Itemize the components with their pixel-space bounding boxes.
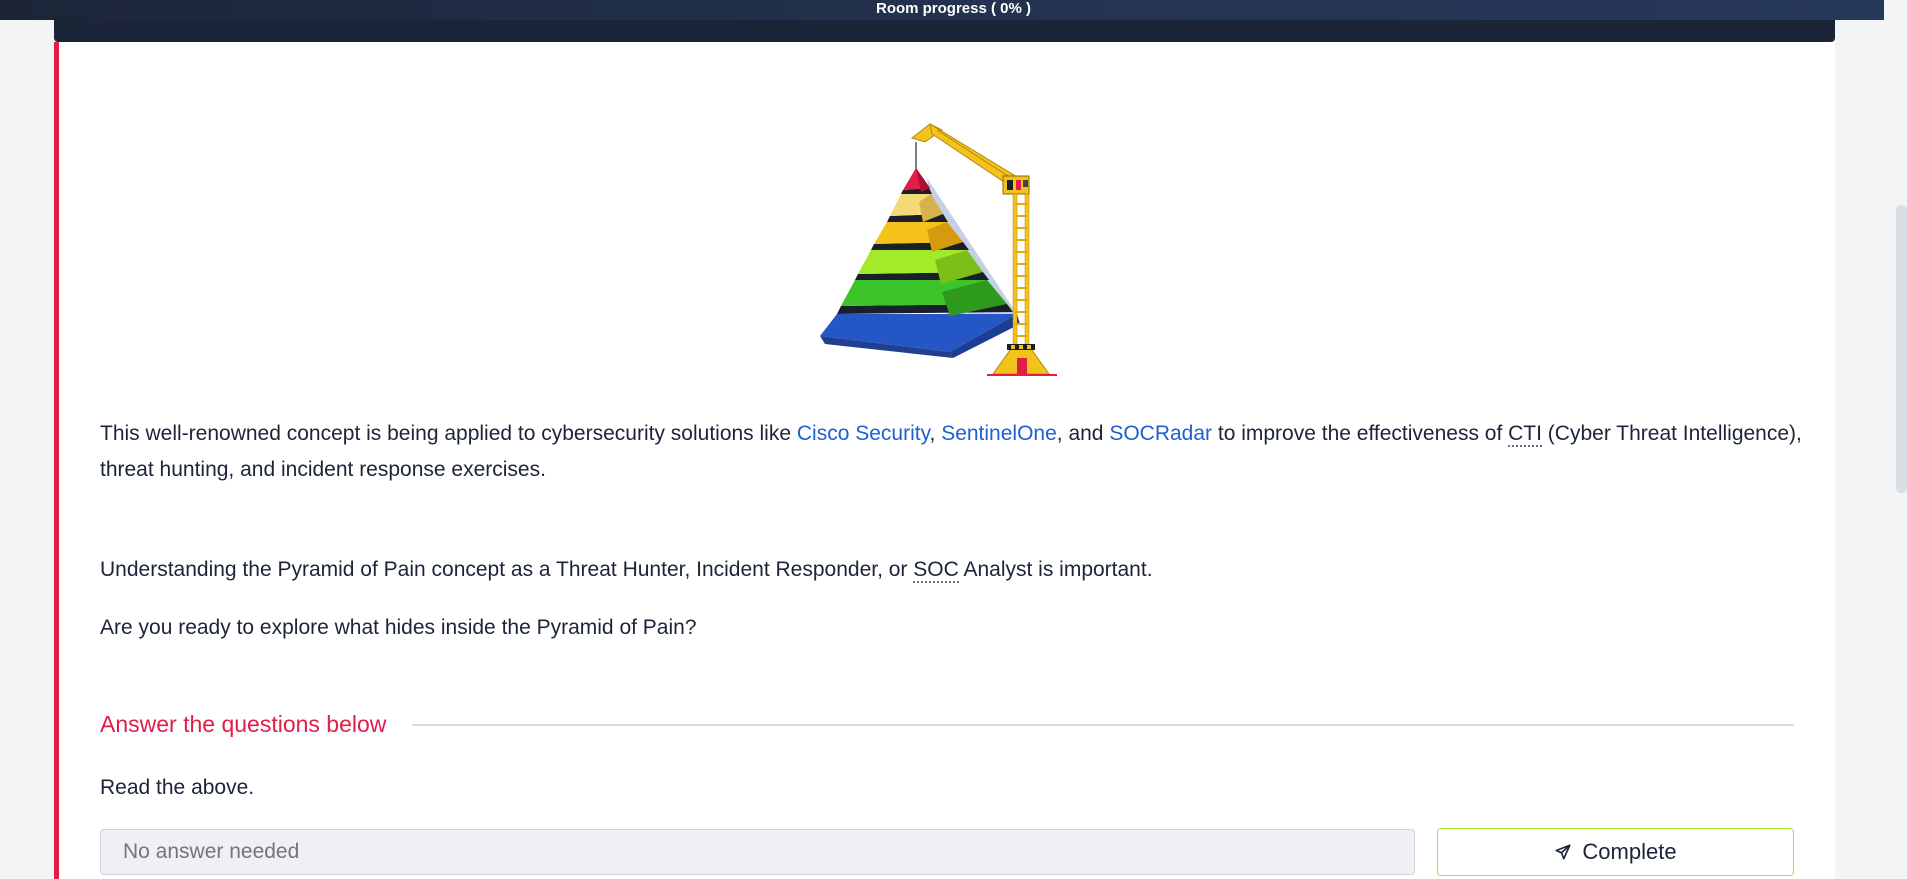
cti-abbreviation: CTI bbox=[1508, 422, 1542, 447]
answer-input[interactable] bbox=[100, 829, 1415, 875]
intro-paragraph-3: Are you ready to explore what hides insi… bbox=[100, 616, 697, 639]
answer-questions-heading: Answer the questions below bbox=[100, 711, 387, 737]
complete-button-label: Complete bbox=[1582, 839, 1677, 864]
intro-text: Understanding the Pyramid of Pain concep… bbox=[100, 558, 914, 581]
separator-text: , bbox=[929, 422, 942, 445]
separator-text: , and bbox=[1056, 422, 1110, 445]
cisco-security-link[interactable]: Cisco Security bbox=[797, 422, 930, 445]
send-icon bbox=[1555, 844, 1571, 860]
intro-paragraph-2: Understanding the Pyramid of Pain concep… bbox=[100, 552, 1153, 588]
soc-abbreviation: SOC bbox=[913, 558, 959, 583]
task-header-strip[interactable] bbox=[54, 20, 1835, 42]
complete-button[interactable]: Complete bbox=[1437, 828, 1794, 876]
heading-divider bbox=[412, 724, 1794, 726]
room-progress-bar: Room progress ( 0% ) bbox=[0, 0, 1907, 20]
pyramid-crane-illustration bbox=[820, 122, 1057, 376]
scrollbar-thumb[interactable] bbox=[1896, 205, 1907, 493]
question-text: Read the above. bbox=[100, 776, 255, 799]
intro-text: This well-renowned concept is being appl… bbox=[100, 422, 797, 445]
room-progress-label: Room progress ( 0% ) bbox=[875, 0, 1032, 17]
intro-paragraph-1: This well-renowned concept is being appl… bbox=[100, 416, 1810, 488]
socradar-link[interactable]: SOCRadar bbox=[1109, 422, 1212, 445]
intro-text: to improve the effectiveness of bbox=[1212, 422, 1509, 445]
intro-text: Analyst is important. bbox=[958, 558, 1153, 581]
sentinelone-link[interactable]: SentinelOne bbox=[941, 422, 1057, 445]
